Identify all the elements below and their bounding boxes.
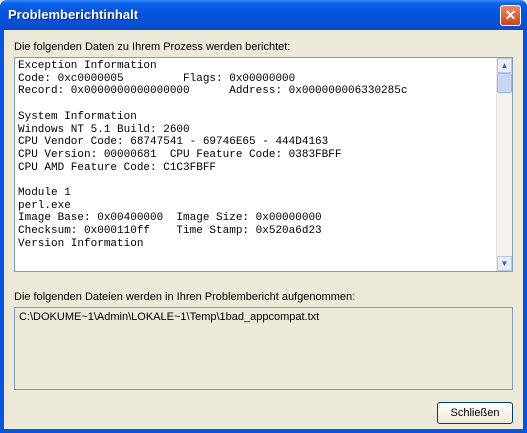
process-data-textbox[interactable]: Exception Information Code: 0xc0000005 Fl…	[14, 57, 513, 272]
process-data-line: CPU AMD Feature Code: C1C3FBFF	[18, 161, 217, 174]
process-data-line: Code: 0xc0000005 Flags: 0x00000000	[18, 72, 296, 85]
process-data-line	[18, 98, 494, 111]
scroll-up-icon[interactable]: ▲	[497, 58, 512, 73]
process-data-line: perl.exe	[18, 199, 71, 212]
file-path: C:\DOKUME~1\Admin\LOKALE~1\Temp\1bad_app…	[19, 311, 320, 323]
process-data-line: Version Information	[18, 237, 144, 250]
files-label: Die folgenden Dateien werden in Ihren Pr…	[14, 291, 356, 303]
scroll-down-icon[interactable]: ▼	[497, 256, 512, 271]
process-data-line: Windows NT 5.1 Build: 2600	[18, 123, 190, 136]
process-data-label: Die folgenden Daten zu Ihrem Prozess wer…	[14, 41, 291, 53]
process-data-line: Record: 0x0000000000000000 Address: 0x00…	[18, 85, 408, 98]
files-list[interactable]: C:\DOKUME~1\Admin\LOKALE~1\Temp\1bad_app…	[14, 307, 513, 390]
dialog-window: Problemberichtinhalt ✕ Die folgenden Dat…	[0, 0, 527, 433]
close-button[interactable]: Schließen	[437, 402, 513, 424]
title-bar[interactable]: Problemberichtinhalt ✕	[0, 0, 527, 30]
process-data-line: Module 1	[18, 187, 71, 200]
scroll-thumb[interactable]	[497, 73, 512, 93]
process-data-line	[18, 174, 494, 187]
process-data-line: Checksum: 0x000110ff Time Stamp: 0x520a6…	[18, 225, 322, 238]
process-data-line: CPU Version: 00000681 CPU Feature Code: …	[18, 148, 342, 161]
process-data-text: Exception Information Code: 0xc0000005 Fl…	[18, 60, 494, 269]
process-data-line: CPU Vendor Code: 68747541 - 69746E65 - 4…	[18, 136, 329, 149]
process-data-line: System Information	[18, 110, 137, 123]
dialog-body: Die folgenden Daten zu Ihrem Prozess wer…	[4, 30, 523, 429]
process-data-line: Exception Information	[18, 60, 157, 72]
vertical-scrollbar[interactable]: ▲ ▼	[496, 58, 512, 271]
window-title: Problemberichtinhalt	[8, 7, 139, 22]
close-icon[interactable]: ✕	[500, 5, 521, 26]
process-data-line: Image Base: 0x00400000 Image Size: 0x000…	[18, 212, 322, 225]
